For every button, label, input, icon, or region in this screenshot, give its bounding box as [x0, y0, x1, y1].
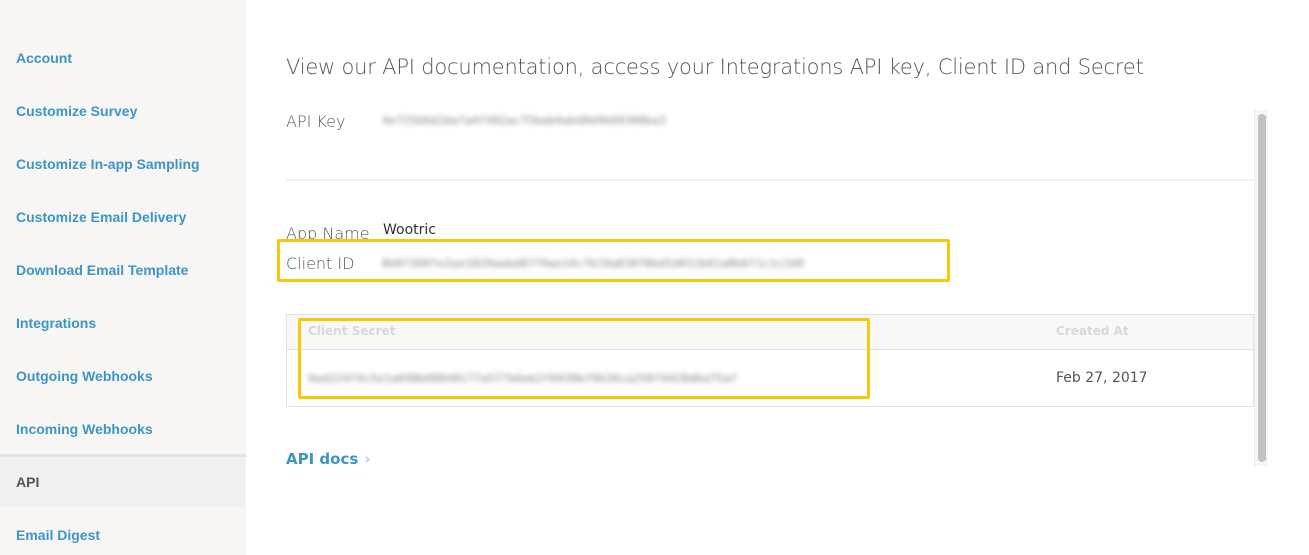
- client-secret-value[interactable]: 9ad224f4c5e1a698b08840177a577b6eb2f6038b…: [308, 372, 737, 385]
- api-key-value[interactable]: 4e725b6d2da7a4f492ac75bab4abd8d4b69308ba…: [382, 114, 666, 127]
- page-title: View our API documentation, access your …: [286, 55, 1144, 79]
- client-id-value[interactable]: 8b07399fe2ee1029aabd87f9ae14c7b19a830f8b…: [382, 257, 804, 270]
- sidebar-item-outgoing-webhooks[interactable]: Outgoing Webhooks: [0, 350, 246, 402]
- sidebar-item-api[interactable]: API: [0, 454, 246, 507]
- sidebar-item-customize-survey[interactable]: Customize Survey: [0, 85, 246, 137]
- sidebar-item-incoming-webhooks[interactable]: Incoming Webhooks: [0, 403, 246, 455]
- api-docs-label: API docs: [286, 450, 359, 468]
- scrollbar[interactable]: [1254, 110, 1268, 466]
- sidebar-item-integrations[interactable]: Integrations: [0, 297, 246, 349]
- api-docs-link[interactable]: API docs ›: [286, 450, 370, 468]
- sidebar-item-customize-in-app-sampling[interactable]: Customize In-app Sampling: [0, 138, 246, 190]
- sidebar-item-download-email-template[interactable]: Download Email Template: [0, 244, 246, 296]
- api-settings-panel: View our API documentation, access your …: [246, 0, 1309, 555]
- column-header-created-at: Created At: [1056, 324, 1129, 338]
- settings-sidebar: Account Customize Survey Customize In-ap…: [0, 0, 246, 555]
- api-key-label: API Key: [286, 112, 346, 131]
- chevron-right-icon: ›: [364, 450, 371, 468]
- sidebar-item-customize-email-delivery[interactable]: Customize Email Delivery: [0, 191, 246, 243]
- client-secret-table: Client Secret Created At 9ad224f4c5e1a69…: [286, 314, 1254, 407]
- app-name-label: App Name: [286, 224, 370, 243]
- section-divider: [286, 179, 1254, 181]
- column-header-client-secret: Client Secret: [308, 324, 396, 338]
- sidebar-item-email-digest[interactable]: Email Digest: [0, 509, 246, 555]
- table-header: Client Secret Created At: [287, 315, 1253, 350]
- client-id-label: Client ID: [286, 254, 355, 273]
- created-at-value: Feb 27, 2017: [1056, 370, 1148, 386]
- app-name-value: Wootric: [383, 222, 436, 238]
- sidebar-item-account[interactable]: Account: [0, 32, 246, 84]
- scrollbar-thumb[interactable]: [1258, 114, 1266, 462]
